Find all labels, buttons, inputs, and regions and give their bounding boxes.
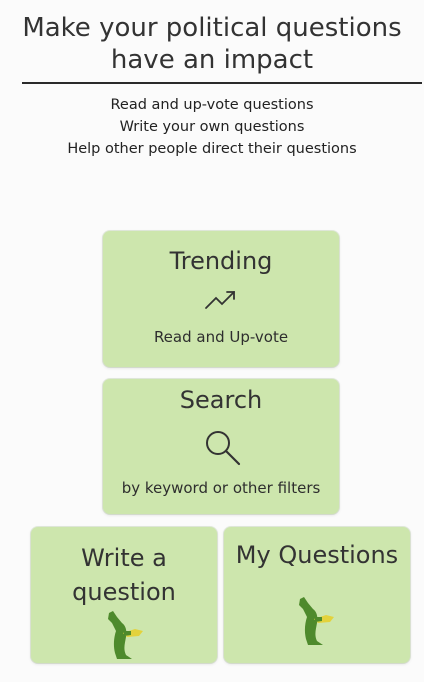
- page-title-line-1: Make your political questions: [22, 13, 402, 43]
- my-questions-title: My Questions: [235, 541, 399, 569]
- intro-text: Read and up-vote questions Write your ow…: [0, 94, 424, 160]
- my-questions-card[interactable]: My Questions: [224, 527, 410, 663]
- page-title: Make your political questions have an im…: [0, 12, 424, 76]
- search-card[interactable]: Search by keyword or other filters: [103, 379, 339, 514]
- intro-line-2: Write your own questions: [119, 119, 305, 135]
- home-screen: Make your political questions have an im…: [0, 0, 424, 682]
- title-divider: [22, 82, 422, 84]
- kangaroo-icon: [299, 597, 334, 645]
- trending-up-icon: [205, 291, 235, 309]
- trending-card[interactable]: Trending Read and Up-vote: [103, 231, 339, 367]
- write-question-title: Write a question: [31, 541, 217, 609]
- search-subtitle: by keyword or other filters: [121, 479, 321, 497]
- write-question-title-line-1: Write a: [81, 544, 167, 572]
- trending-subtitle: Read and Up-vote: [153, 328, 289, 346]
- search-icon: [206, 431, 241, 466]
- search-title: Search: [179, 386, 263, 414]
- kangaroo-icon: [108, 611, 143, 659]
- intro-line-1: Read and up-vote questions: [110, 97, 314, 113]
- page-title-line-2: have an impact: [110, 45, 314, 75]
- write-question-card[interactable]: Write a question: [31, 527, 217, 663]
- write-question-title-line-2: question: [72, 578, 176, 606]
- intro-line-3: Help other people direct their questions: [67, 141, 357, 157]
- trending-title: Trending: [169, 247, 273, 275]
